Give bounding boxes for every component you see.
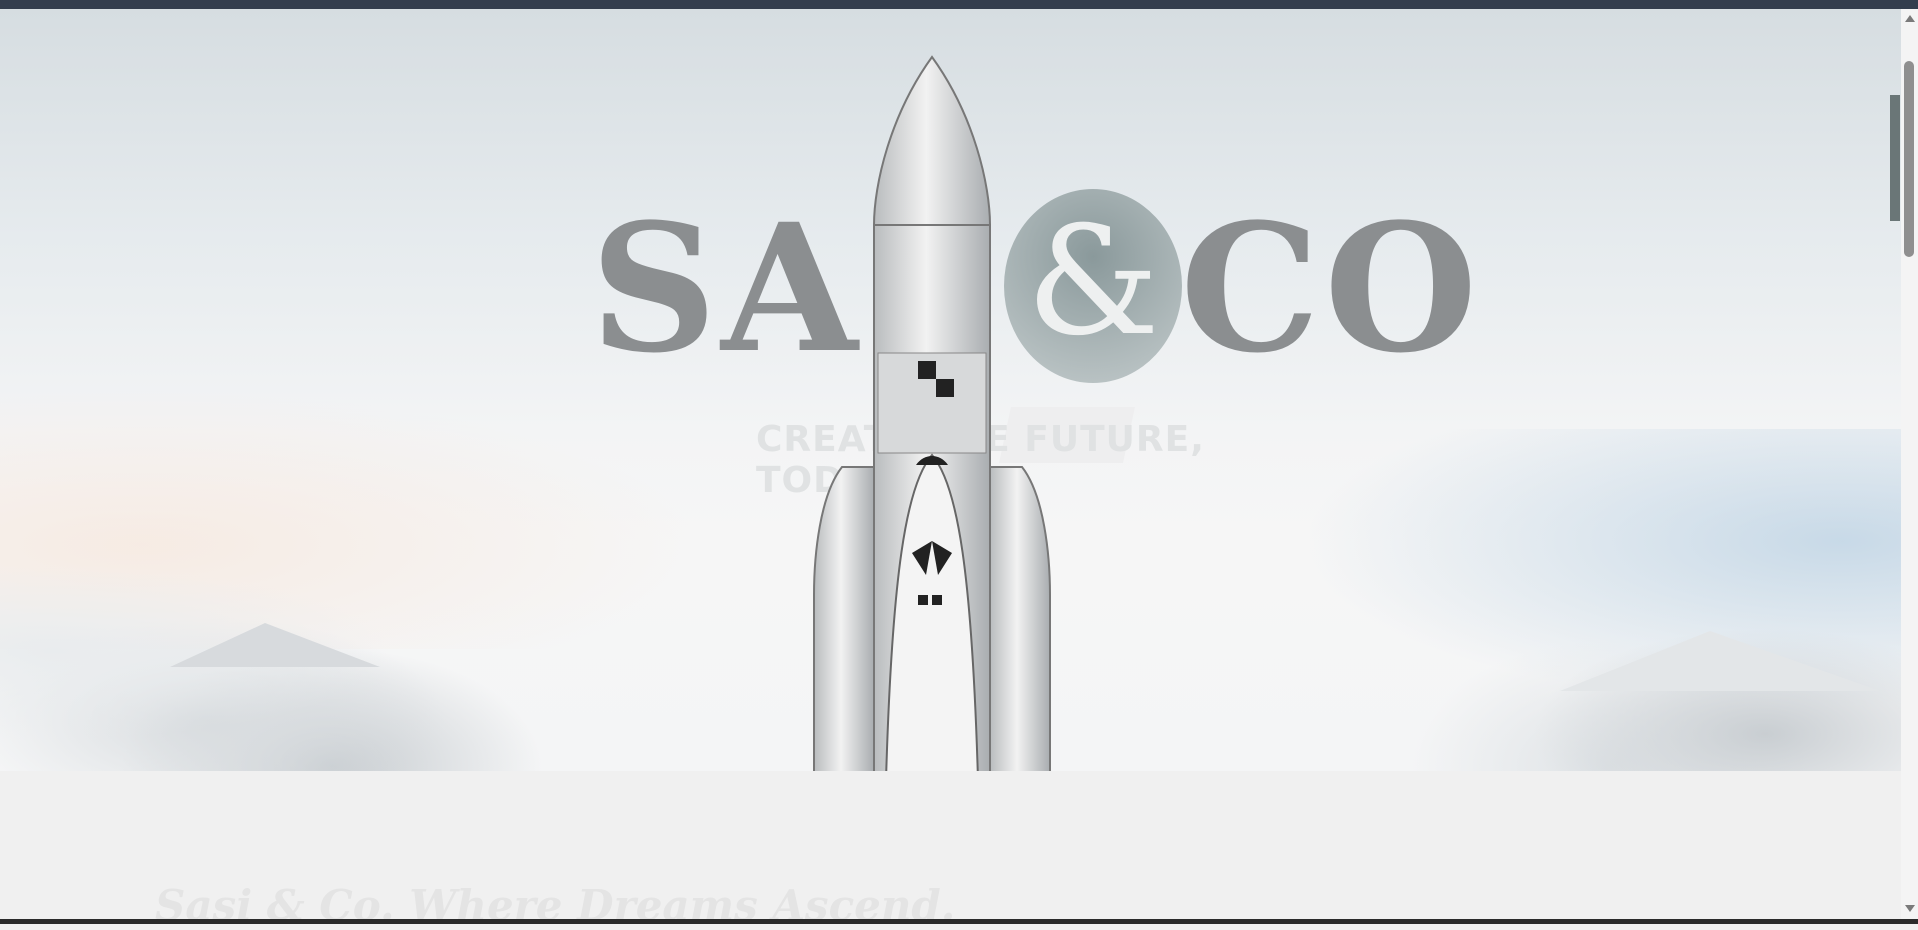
hero-banner: SAS & CO CREATE THE FUTURE, TODAY: [0, 9, 1901, 771]
bottom-bar: [0, 919, 1918, 924]
intro-section: Sasi & Co. Where Dreams Ascend.: [0, 771, 1901, 930]
side-indicator: [1890, 95, 1900, 221]
rocket-image: [813, 55, 1051, 771]
scroll-down-arrow-icon[interactable]: [1905, 905, 1915, 912]
logo-text-right: CO: [1180, 185, 1482, 392]
scroll-thumb[interactable]: [1904, 61, 1914, 257]
top-bar: [0, 0, 1918, 9]
mountain-right: [1560, 631, 1880, 691]
scroll-up-arrow-icon[interactable]: [1905, 15, 1915, 22]
mountain-left: [170, 623, 380, 667]
page-scrollbar[interactable]: [1901, 9, 1918, 919]
